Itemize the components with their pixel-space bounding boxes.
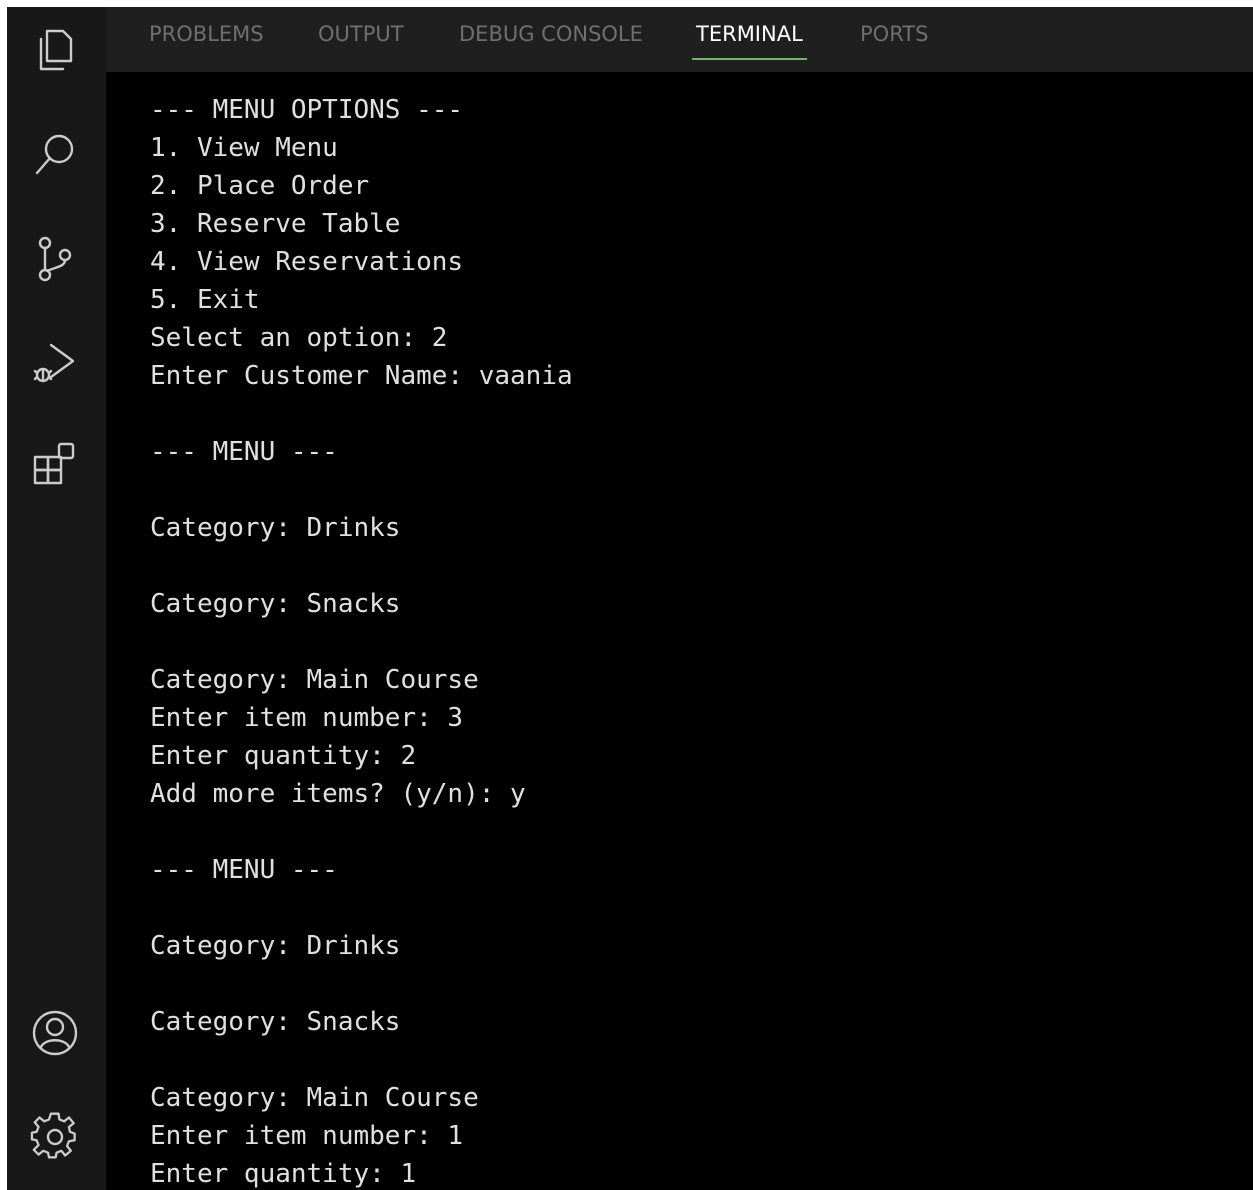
terminal-line: Category: Snacks <box>150 1007 401 1037</box>
terminal-line: Add more items? (y/n): y <box>150 779 526 809</box>
terminal-line: Enter item number: 3 <box>150 703 464 733</box>
bottom-panel: PROBLEMS OUTPUT DEBUG CONSOLE TERMINAL P… <box>106 7 1253 1190</box>
terminal-line: --- MENU --- <box>150 437 338 467</box>
tab-terminal[interactable]: TERMINAL <box>692 22 807 62</box>
terminal-line: Category: Main Course <box>150 665 479 695</box>
tab-output[interactable]: OUTPUT <box>318 22 404 62</box>
terminal-line: --- MENU OPTIONS --- <box>150 95 464 125</box>
explorer-icon[interactable] <box>25 19 85 79</box>
tab-problems[interactable]: PROBLEMS <box>149 22 264 62</box>
terminal-line: 5. Exit <box>150 285 260 315</box>
terminal-line: 2. Place Order <box>150 171 370 201</box>
activity-bar <box>7 7 106 1190</box>
terminal-line: 3. Reserve Table <box>150 209 401 239</box>
terminal-line: Category: Drinks <box>150 513 401 543</box>
search-icon[interactable] <box>25 125 85 185</box>
extensions-icon[interactable] <box>25 435 85 495</box>
terminal-line: Category: Snacks <box>150 589 401 619</box>
account-icon[interactable] <box>25 1003 85 1063</box>
terminal-line: --- MENU --- <box>150 855 338 885</box>
terminal-line: Category: Main Course <box>150 1083 479 1113</box>
terminal-output[interactable]: --- MENU OPTIONS --- 1. View Menu 2. Place… <box>150 91 1253 1190</box>
tab-ports[interactable]: PORTS <box>860 22 928 62</box>
settings-gear-icon[interactable] <box>25 1107 85 1167</box>
source-control-icon[interactable] <box>25 229 85 289</box>
terminal-line: Enter Customer Name: vaania <box>150 361 573 391</box>
terminal-line: Category: Drinks <box>150 931 401 961</box>
terminal-line: 1. View Menu <box>150 133 338 163</box>
terminal-line: Select an option: 2 <box>150 323 448 353</box>
run-debug-icon[interactable] <box>25 333 85 393</box>
vscode-window: PROBLEMS OUTPUT DEBUG CONSOLE TERMINAL P… <box>7 7 1253 1190</box>
terminal-line: Enter quantity: 1 <box>150 1159 417 1189</box>
terminal-line: Enter quantity: 2 <box>150 741 417 771</box>
terminal-line: 4. View Reservations <box>150 247 464 277</box>
panel-tab-bar: PROBLEMS OUTPUT DEBUG CONSOLE TERMINAL P… <box>106 7 1253 72</box>
terminal-line: Enter item number: 1 <box>150 1121 464 1151</box>
tab-debug-console[interactable]: DEBUG CONSOLE <box>459 22 643 62</box>
